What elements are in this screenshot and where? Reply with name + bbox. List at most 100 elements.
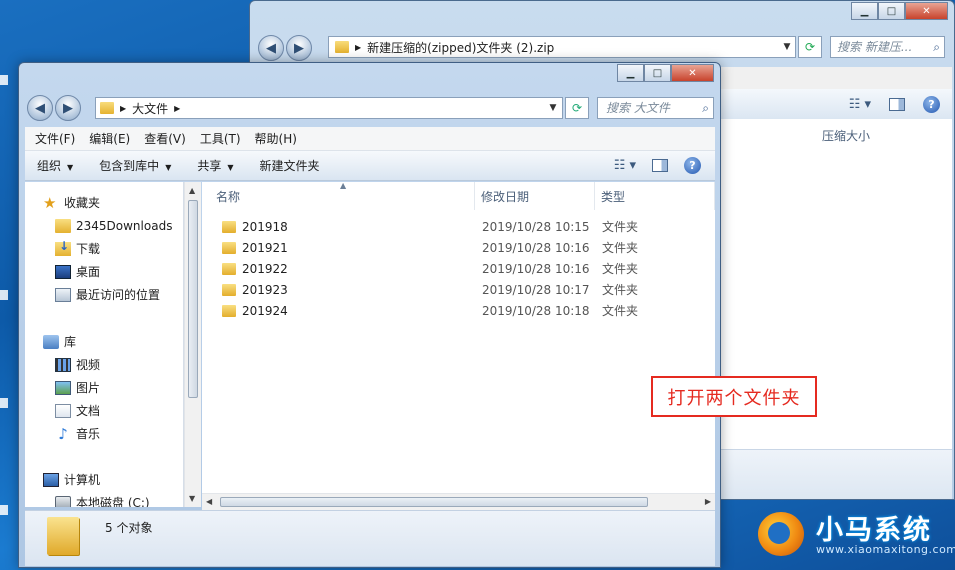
nav-item-videos[interactable]: 视频 [55, 354, 100, 375]
desktop-edge-glyph [0, 398, 8, 408]
nav-item-documents[interactable]: 文档 [55, 400, 100, 421]
menu-file[interactable]: 文件(F) [29, 130, 81, 147]
toolbar-right: ☷ ▾ ? [614, 157, 715, 174]
views-icon[interactable]: ☷ ▾ [614, 158, 636, 173]
file-row[interactable]: 201922 2019/10/28 10:16 文件夹 [202, 258, 715, 279]
refresh-icon[interactable]: ⟳ [565, 97, 589, 119]
nav-favorites[interactable]: ★ 收藏夹 [43, 192, 100, 213]
minimize-button[interactable]: ▁ [851, 2, 878, 20]
nav-pane-scrollbar[interactable]: ▲ ▼ [184, 182, 201, 507]
scroll-up-icon[interactable]: ▲ [189, 186, 195, 195]
file-row[interactable]: 201918 2019/10/28 10:15 文件夹 [202, 216, 715, 237]
chevron-down-icon[interactable]: ▼ [779, 42, 795, 52]
help-icon[interactable]: ? [684, 157, 701, 174]
new-folder-button[interactable]: 新建文件夹 [260, 157, 320, 174]
breadcrumb-separator-icon: ▶ [355, 42, 362, 52]
scroll-right-icon[interactable]: ▶ [705, 497, 711, 506]
nav-item-2345downloads[interactable]: 2345Downloads [55, 215, 172, 236]
picture-icon [55, 380, 71, 395]
include-in-library-label: 包含到库中 [99, 159, 160, 173]
nav-item-label: 文档 [76, 404, 101, 418]
views-icon[interactable]: ☷ ▾ [849, 97, 871, 112]
nav-item-label: 桌面 [76, 265, 101, 279]
nav-item-label: 音乐 [76, 427, 101, 441]
search-input[interactable]: 搜索 大文件 ⌕ [597, 97, 714, 119]
file-date: 2019/10/28 10:16 [482, 240, 590, 255]
nav-item-pictures[interactable]: 图片 [55, 377, 100, 398]
scroll-down-icon[interactable]: ▼ [189, 494, 195, 503]
horse-logo-icon [758, 512, 804, 556]
forward-arrow-icon[interactable]: ▶ [286, 35, 312, 61]
nav-computer[interactable]: 计算机 [43, 469, 100, 490]
nav-item-recent[interactable]: 最近访问的位置 [55, 284, 160, 305]
back-arrow-icon[interactable]: ◀ [258, 35, 284, 61]
nav-libraries[interactable]: 库 [43, 331, 76, 352]
hard-disk-icon [55, 495, 71, 507]
recent-places-icon [55, 287, 71, 302]
menubar: 文件(F) 编辑(E) 查看(V) 工具(T) 帮助(H) [25, 127, 715, 151]
preview-pane-icon[interactable] [889, 97, 905, 111]
preview-pane-icon[interactable] [652, 159, 668, 172]
breadcrumb-separator-icon: ▶ [174, 103, 181, 113]
desktop-edge-glyph [0, 505, 8, 515]
maximize-button[interactable]: □ [878, 2, 905, 20]
nav-libraries-label: 库 [64, 335, 77, 349]
file-row[interactable]: 201924 2019/10/28 10:18 文件夹 [202, 300, 715, 321]
nav-favorites-label: 收藏夹 [64, 196, 101, 210]
breadcrumb-segment[interactable]: 大文件 [132, 100, 168, 117]
back-arrow-icon[interactable]: ◀ [27, 95, 53, 121]
file-row[interactable]: 201923 2019/10/28 10:17 文件夹 [202, 279, 715, 300]
column-header-type[interactable]: 类型 [595, 182, 715, 210]
column-header-date[interactable]: 修改日期 [475, 182, 595, 210]
file-row[interactable]: 201921 2019/10/28 10:16 文件夹 [202, 237, 715, 258]
forward-arrow-icon[interactable]: ▶ [55, 95, 81, 121]
minimize-button[interactable]: ▁ [617, 64, 644, 82]
scroll-thumb[interactable] [188, 200, 198, 398]
folder-icon [55, 218, 71, 233]
close-button[interactable]: ✕ [671, 64, 714, 82]
horizontal-scrollbar[interactable]: ◀ ▶ [202, 493, 715, 510]
close-button[interactable]: ✕ [905, 2, 948, 20]
column-compressed-size[interactable]: 压缩大小 [822, 127, 870, 144]
back-address-bar[interactable]: ▶ 新建压缩的(zipped)文件夹 (2).zip ▼ [328, 36, 796, 58]
nav-item-desktop[interactable]: 桌面 [55, 261, 100, 282]
navigation-pane: ★ 收藏夹 2345Downloads 下载 桌面 最近访问的位置 库 视频 [25, 182, 184, 507]
command-toolbar: 组织 ▼ 包含到库中 ▼ 共享 ▼ 新建文件夹 ☷ ▾ ? [25, 151, 715, 181]
scroll-thumb[interactable] [220, 497, 648, 507]
nav-item-label: 最近访问的位置 [76, 288, 161, 302]
nav-item-music[interactable]: ♪ 音乐 [55, 423, 100, 444]
chevron-down-icon: ▼ [67, 163, 74, 172]
menu-tools[interactable]: 工具(T) [194, 130, 247, 147]
share-button[interactable]: 共享 ▼ [197, 157, 233, 174]
column-label: 名称 [216, 189, 241, 204]
maximize-button[interactable]: □ [644, 64, 671, 82]
search-icon: ⌕ [702, 101, 709, 115]
menu-help[interactable]: 帮助(H) [249, 130, 303, 147]
nav-item-downloads[interactable]: 下载 [55, 238, 100, 259]
file-type: 文件夹 [602, 262, 639, 276]
chevron-down-icon[interactable]: ▼ [544, 103, 562, 113]
file-name: 201924 [242, 303, 288, 318]
organize-button[interactable]: 组织 ▼ [37, 157, 73, 174]
scroll-left-icon[interactable]: ◀ [206, 497, 212, 506]
column-header-name[interactable]: 名称 [202, 182, 475, 210]
menu-view[interactable]: 查看(V) [138, 130, 192, 147]
folder-icon [222, 304, 236, 317]
desktop-edge-glyph [0, 75, 8, 85]
chevron-down-icon: ▼ [227, 163, 234, 172]
help-icon[interactable]: ? [923, 95, 940, 113]
file-type: 文件夹 [602, 241, 639, 255]
back-search-input[interactable]: 搜索 新建压... ⌕ [830, 36, 945, 58]
nav-item-label: 图片 [76, 381, 101, 395]
front-window-captions: ▁ □ ✕ [617, 64, 714, 82]
menu-edit[interactable]: 编辑(E) [83, 130, 136, 147]
include-in-library-button[interactable]: 包含到库中 ▼ [99, 157, 171, 174]
details-pane: 5 个对象 [25, 510, 715, 566]
refresh-icon[interactable]: ⟳ [798, 36, 822, 58]
breadcrumb-separator-icon: ▶ [120, 103, 127, 113]
desktop-icon [55, 264, 71, 279]
item-count: 5 个对象 [105, 521, 153, 535]
nav-item-local-disk[interactable]: 本地磁盘 (C:) [55, 492, 150, 507]
address-bar[interactable]: ▶ 大文件 ▶ ▼ [95, 97, 563, 119]
file-date: 2019/10/28 10:18 [482, 303, 590, 318]
